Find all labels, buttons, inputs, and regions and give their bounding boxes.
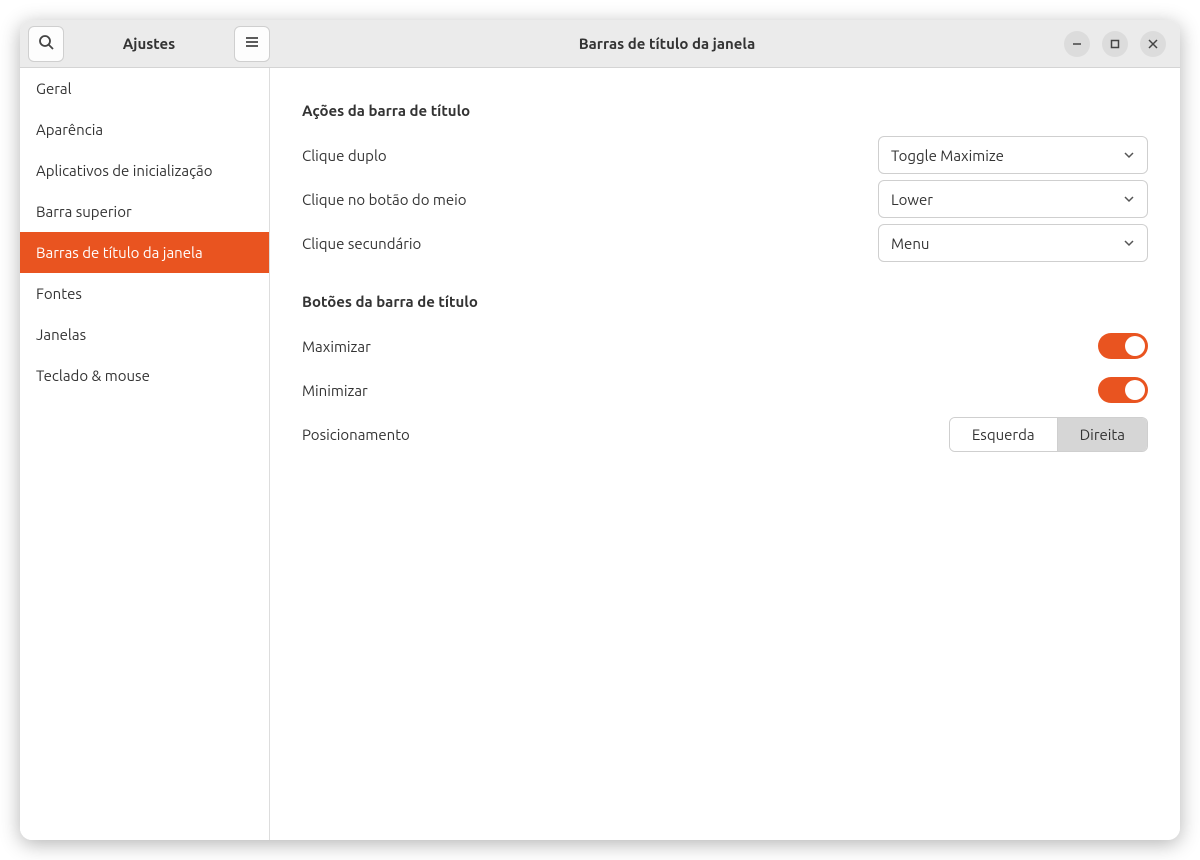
row-middle-click: Clique no botão do meio Lower	[302, 177, 1148, 221]
sidebar-item-barra-superior[interactable]: Barra superior	[20, 191, 269, 232]
search-button[interactable]	[28, 26, 64, 62]
double-click-label: Clique duplo	[302, 147, 387, 164]
row-secondary-click: Clique secundário Menu	[302, 221, 1148, 265]
seg-label: Esquerda	[972, 426, 1035, 443]
minimize-toggle[interactable]	[1098, 377, 1148, 403]
secondary-click-dropdown[interactable]: Menu	[878, 224, 1148, 262]
chevron-down-icon	[1123, 191, 1135, 208]
row-placement: Posicionamento Esquerda Direita	[302, 412, 1148, 456]
sidebar-item-label: Barra superior	[36, 203, 132, 220]
maximize-icon	[1110, 35, 1120, 53]
row-double-click: Clique duplo Toggle Maximize	[302, 133, 1148, 177]
sidebar-item-label: Aplicativos de inicialização	[36, 162, 213, 179]
section-title-buttons: Botões da barra de título	[302, 293, 1148, 310]
window-body: Geral Aparência Aplicativos de inicializ…	[20, 68, 1180, 840]
secondary-click-label: Clique secundário	[302, 235, 421, 252]
sidebar: Geral Aparência Aplicativos de inicializ…	[20, 68, 270, 840]
hamburger-icon	[244, 34, 260, 54]
row-minimize: Minimizar	[302, 368, 1148, 412]
maximize-window-button[interactable]	[1102, 31, 1128, 57]
dropdown-value: Lower	[891, 191, 933, 208]
menu-button[interactable]	[234, 26, 270, 62]
settings-window: Ajustes Barras de título da janela Geral…	[20, 20, 1180, 840]
sidebar-item-janelas[interactable]: Janelas	[20, 314, 269, 355]
sidebar-item-aplicativos[interactable]: Aplicativos de inicialização	[20, 150, 269, 191]
sidebar-item-label: Janelas	[36, 326, 86, 343]
maximize-label: Maximizar	[302, 338, 371, 355]
sidebar-item-label: Barras de título da janela	[36, 244, 203, 261]
chevron-down-icon	[1123, 235, 1135, 252]
minimize-label: Minimizar	[302, 382, 368, 399]
close-window-button[interactable]	[1140, 31, 1166, 57]
sidebar-item-teclado-mouse[interactable]: Teclado & mouse	[20, 355, 269, 396]
sidebar-item-barras-titulo[interactable]: Barras de título da janela	[20, 232, 269, 273]
sidebar-item-label: Fontes	[36, 285, 82, 302]
dropdown-value: Toggle Maximize	[891, 147, 1004, 164]
section-title-actions: Ações da barra de título	[302, 102, 1148, 119]
sidebar-item-aparencia[interactable]: Aparência	[20, 109, 269, 150]
minimize-window-button[interactable]	[1064, 31, 1090, 57]
double-click-dropdown[interactable]: Toggle Maximize	[878, 136, 1148, 174]
app-title: Ajustes	[72, 35, 226, 52]
sidebar-item-label: Aparência	[36, 121, 103, 138]
placement-label: Posicionamento	[302, 426, 410, 443]
dropdown-value: Menu	[891, 235, 929, 252]
page-title: Barras de título da janela	[270, 35, 1064, 52]
middle-click-dropdown[interactable]: Lower	[878, 180, 1148, 218]
minimize-icon	[1072, 35, 1082, 53]
placement-right-button[interactable]: Direita	[1058, 418, 1147, 451]
sidebar-item-label: Geral	[36, 80, 72, 97]
chevron-down-icon	[1123, 147, 1135, 164]
middle-click-label: Clique no botão do meio	[302, 191, 467, 208]
placement-left-button[interactable]: Esquerda	[950, 418, 1058, 451]
window-controls	[1064, 31, 1180, 57]
titlebar: Ajustes Barras de título da janela	[20, 20, 1180, 68]
close-icon	[1148, 35, 1158, 53]
search-icon	[38, 34, 54, 54]
sidebar-item-geral[interactable]: Geral	[20, 68, 269, 109]
sidebar-item-fontes[interactable]: Fontes	[20, 273, 269, 314]
seg-label: Direita	[1080, 426, 1125, 443]
content-pane: Ações da barra de título Clique duplo To…	[270, 68, 1180, 840]
maximize-toggle[interactable]	[1098, 333, 1148, 359]
row-maximize: Maximizar	[302, 324, 1148, 368]
titlebar-left: Ajustes	[20, 26, 270, 62]
sidebar-item-label: Teclado & mouse	[36, 367, 150, 384]
placement-segmented-control: Esquerda Direita	[949, 417, 1148, 452]
